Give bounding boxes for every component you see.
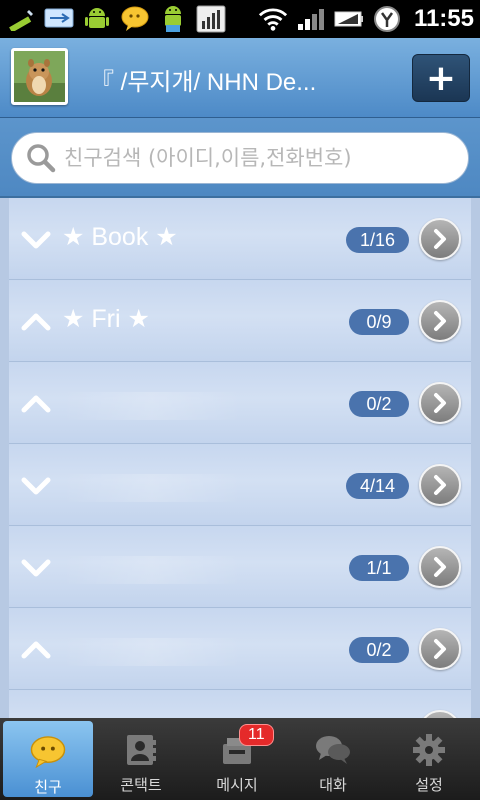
plus-icon: + — [425, 57, 457, 99]
group-detail-button[interactable] — [419, 710, 461, 718]
chevron-up-icon[interactable] — [21, 308, 51, 334]
clock: 11:55 — [413, 5, 474, 32]
search-icon — [27, 144, 56, 173]
online-count-badge: 0/9 — [349, 309, 409, 335]
group-detail-button[interactable] — [419, 628, 461, 670]
usb-icon — [44, 5, 74, 33]
chevron-right-icon — [434, 311, 446, 331]
tab-label: 대화 — [319, 776, 347, 794]
friend-group-list[interactable]: ★ Book ★ 1/16 ★ Fri ★ 0/9 0/2 4/14 1/1 0/2 — [0, 198, 480, 718]
chevron-right-icon — [434, 639, 446, 659]
search-box[interactable] — [11, 132, 469, 184]
cell-signal-icon — [296, 5, 326, 33]
group-detail-button[interactable] — [419, 300, 461, 342]
tab-label: 설정 — [415, 776, 443, 794]
android-debug-icon — [158, 5, 188, 33]
wifi-icon — [258, 5, 288, 33]
online-count-badge: 1/1 — [349, 555, 409, 581]
battery-icon — [334, 5, 364, 33]
signal-bars-app-icon — [196, 5, 226, 33]
tab-chats[interactable]: 대화 — [285, 718, 381, 800]
group-row[interactable] — [9, 690, 471, 718]
gear-icon — [413, 734, 445, 766]
message-count-badge: 11 — [239, 724, 274, 746]
group-row[interactable]: 4/14 — [9, 444, 471, 526]
group-name-hidden — [62, 556, 242, 584]
tab-label: 메시지 — [216, 776, 258, 794]
tab-contacts[interactable]: 콘택트 — [93, 718, 189, 800]
tab-label: 콘택트 — [120, 776, 162, 794]
contact-card-icon — [127, 735, 156, 765]
search-input[interactable] — [64, 146, 464, 170]
avatar[interactable] — [11, 48, 68, 105]
chat-icon — [316, 736, 350, 764]
group-row[interactable]: 1/1 — [9, 526, 471, 608]
profile-name[interactable]: 『 /무지개/ NHN De... — [90, 62, 316, 97]
chevron-right-icon — [434, 393, 446, 413]
chat-bubble-icon — [120, 5, 150, 33]
chevron-down-icon[interactable] — [21, 226, 51, 252]
group-name-hidden — [62, 474, 242, 502]
group-row[interactable]: 0/2 — [9, 608, 471, 690]
group-name-hidden — [62, 392, 242, 420]
chevron-down-icon[interactable] — [21, 554, 51, 580]
tab-friends[interactable]: 친구 — [3, 721, 93, 797]
bottom-tab-bar: 친구 콘택트 11 메시지 대화 설정 — [0, 718, 480, 800]
group-name: ★ Book ★ — [62, 223, 178, 251]
group-name: ★ Fri ★ — [62, 305, 150, 333]
tab-label: 친구 — [34, 778, 62, 796]
group-detail-button[interactable] — [419, 464, 461, 506]
online-count-badge: 0/2 — [349, 637, 409, 663]
group-detail-button[interactable] — [419, 546, 461, 588]
group-detail-button[interactable] — [419, 218, 461, 260]
group-row[interactable]: ★ Fri ★ 0/9 — [9, 280, 471, 362]
y-app-icon — [372, 5, 402, 33]
chevron-up-icon[interactable] — [21, 636, 51, 662]
chevron-right-icon — [434, 557, 446, 577]
chevron-right-icon — [434, 229, 446, 249]
group-row[interactable]: ★ Book ★ 1/16 — [9, 198, 471, 280]
add-friend-button[interactable]: + — [412, 54, 470, 102]
friends-bubble-icon — [30, 736, 66, 769]
search-area — [0, 118, 480, 198]
status-bar: 11:55 — [0, 0, 480, 38]
online-count-badge: 4/14 — [345, 473, 409, 499]
profile-header: 『 /무지개/ NHN De... + — [0, 38, 480, 118]
online-count-badge: 0/2 — [349, 391, 409, 417]
group-name-hidden — [62, 638, 242, 666]
chevron-down-icon[interactable] — [21, 472, 51, 498]
group-detail-button[interactable] — [419, 382, 461, 424]
group-row[interactable]: 0/2 — [9, 362, 471, 444]
chevron-up-icon[interactable] — [21, 390, 51, 416]
online-count-badge: 1/16 — [345, 227, 409, 253]
tab-messages[interactable]: 11 메시지 — [189, 718, 285, 800]
tab-settings[interactable]: 설정 — [381, 718, 477, 800]
pencil-icon — [6, 5, 36, 33]
android-icon — [82, 5, 112, 33]
chevron-right-icon — [434, 475, 446, 495]
